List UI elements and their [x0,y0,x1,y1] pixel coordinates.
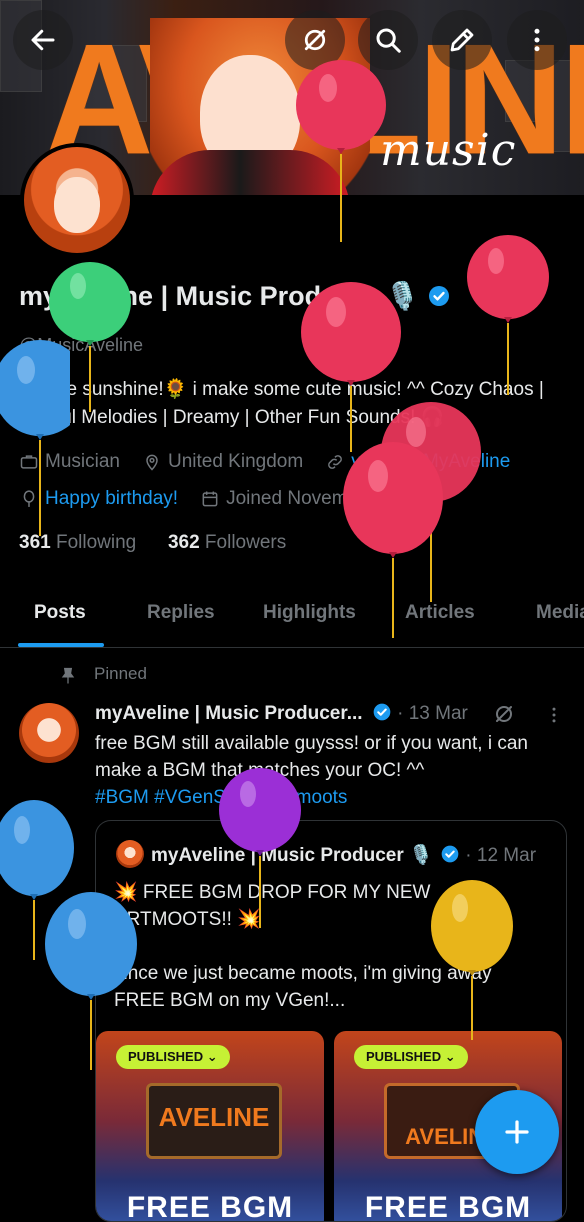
tab-posts[interactable]: Posts [34,602,86,624]
tab-replies[interactable]: Replies [147,602,215,624]
edit-profile-button[interactable] [432,10,492,70]
search-icon [376,28,401,53]
profile-location: United Kingdom [167,451,304,472]
active-tab-indicator [18,643,104,647]
compose-post-button[interactable] [475,1090,559,1174]
verified-badge-icon [441,845,459,863]
back-button[interactable] [13,10,73,70]
grok-slash-icon[interactable] [492,702,516,726]
image-caption: FREE BGM [126,1191,294,1222]
cassette-art: AVELINE [146,1083,282,1159]
verified-badge-icon[interactable] [427,284,451,308]
profile-tabs: Posts Replies Highlights Articles Media [0,587,584,648]
birthday-balloon-blue [0,340,70,536]
image-caption: FREE BGM [364,1191,532,1222]
verified-badge-icon [373,703,391,721]
post-author[interactable]: myAveline | Music Producer... [95,703,363,724]
birthday-balloon-purple [219,768,301,928]
avatar-face [54,177,100,233]
quoted-avatar [116,840,144,868]
quoted-date: · 12 Mar [465,845,537,866]
more-vertical-icon [534,28,540,52]
followers-link[interactable]: 362 Followers [168,532,286,553]
followers-count: 362 [167,532,200,553]
tab-media[interactable]: Media [536,602,584,624]
location-icon [146,454,158,471]
post-text: free BGM still available guysss! or if y… [95,733,528,781]
post-header: myAveline | Music Producer... · 13 Mar [95,702,468,725]
birthday-balloon-red [296,60,386,242]
microphone-emoji: 🎙️ [409,845,433,866]
post-body: free BGM still available guysss! or if y… [95,730,565,811]
calendar-icon [202,491,218,507]
cassette-logo: AVELINE [158,1102,270,1132]
more-vertical-icon[interactable] [544,704,564,726]
quoted-header: myAveline | Music Producer 🎙️ · 12 Mar [151,843,536,867]
profile-avatar[interactable] [20,143,134,257]
post-date[interactable]: · 13 Mar [397,703,468,724]
plus-icon [505,1120,529,1144]
birthday-balloon-red [343,442,443,638]
published-badge[interactable]: PUBLISHED ⌄ [354,1045,468,1069]
banner-subtitle: music [380,125,517,176]
birthday-balloon-red [467,235,549,395]
birthday-balloon-blue [45,892,137,1070]
pinned-label: Pinned [94,664,147,683]
pin-icon [61,667,75,684]
edit-icon [450,28,474,52]
post-avatar[interactable] [19,703,79,763]
followers-label: Followers [204,532,287,553]
birthday-balloon-yellow [431,880,513,1040]
grok-slash-icon [304,29,326,51]
back-arrow-icon [31,29,55,51]
more-button[interactable] [507,10,567,70]
